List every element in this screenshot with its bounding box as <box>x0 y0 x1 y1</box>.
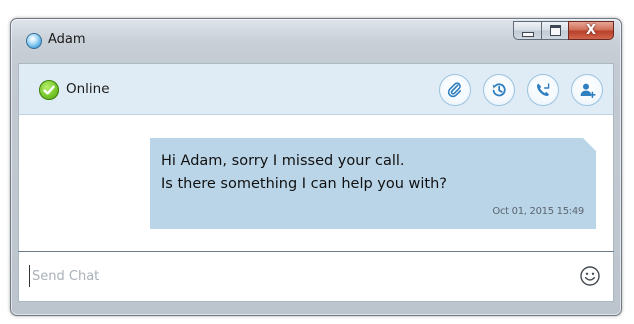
contact-status-bar: Online <box>18 63 614 115</box>
message-bubble: Hi Adam, sorry I missed your call. Is th… <box>150 138 596 229</box>
minimize-button[interactable] <box>513 21 541 40</box>
attach-file-button[interactable] <box>439 74 471 106</box>
history-icon <box>492 83 506 97</box>
status-label: Online <box>66 81 110 97</box>
message-timestamp: Oct 01, 2015 15:49 <box>492 206 584 217</box>
history-button[interactable] <box>483 74 515 106</box>
window-controls: X <box>513 21 614 41</box>
close-icon: X <box>585 23 597 38</box>
add-contact-button[interactable] <box>571 74 603 106</box>
title-bar[interactable]: Adam X <box>11 19 621 63</box>
message-list[interactable]: Hi Adam, sorry I missed your call. Is th… <box>18 115 614 251</box>
phone-icon <box>536 83 550 96</box>
emoji-button[interactable] <box>579 265 601 287</box>
chat-window: Adam X Online Hi Adam, sorry I missed yo… <box>10 18 622 316</box>
send-chat-input[interactable] <box>29 265 552 287</box>
online-check-icon <box>39 80 59 100</box>
paperclip-icon <box>447 82 462 98</box>
maximize-button[interactable] <box>541 21 568 40</box>
add-user-icon <box>580 83 596 98</box>
chat-input-area <box>18 252 614 302</box>
message-text-line: Is there something I can help you with? <box>161 176 447 192</box>
call-button[interactable] <box>527 74 559 106</box>
app-globe-icon <box>26 33 42 49</box>
smiley-icon <box>580 266 600 286</box>
close-button[interactable]: X <box>568 21 614 40</box>
maximize-icon <box>549 25 561 36</box>
minimize-icon <box>521 31 534 37</box>
message-text-line: Hi Adam, sorry I missed your call. <box>161 153 405 169</box>
window-title: Adam <box>48 32 86 47</box>
action-buttons <box>439 74 603 106</box>
